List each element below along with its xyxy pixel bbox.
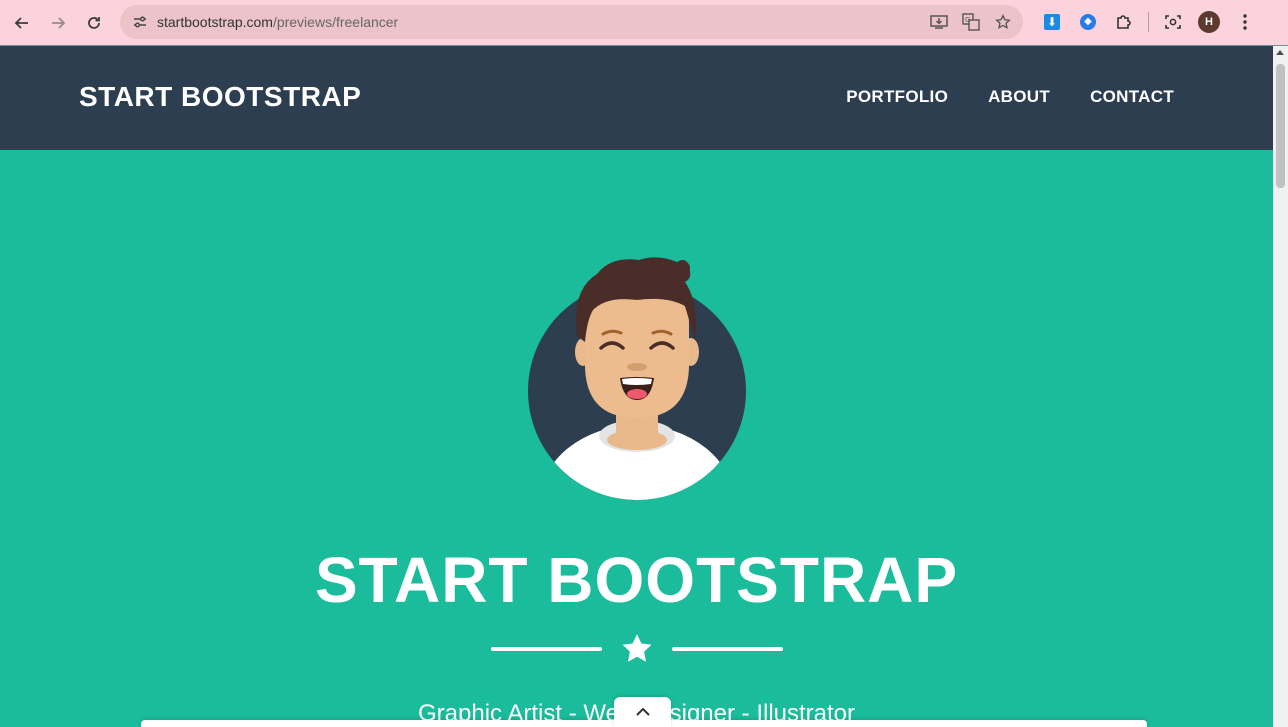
install-button[interactable] bbox=[929, 12, 949, 32]
translate-icon: G bbox=[962, 13, 980, 31]
browser-menu-button[interactable] bbox=[1227, 5, 1263, 39]
extensions-button[interactable] bbox=[1106, 5, 1142, 39]
nav-link-contact[interactable]: CONTACT bbox=[1090, 87, 1174, 107]
divider-line-right bbox=[672, 647, 783, 651]
url-host: startbootstrap.com bbox=[157, 14, 273, 30]
screenshot-button[interactable] bbox=[1155, 5, 1191, 39]
scroll-thumb[interactable] bbox=[1276, 64, 1285, 188]
download-extension-icon: ⬇ bbox=[1044, 14, 1060, 30]
nav-links: PORTFOLIO ABOUT CONTACT bbox=[846, 87, 1174, 107]
translate-button[interactable]: G bbox=[961, 12, 981, 32]
drop-extension-icon: ◆ bbox=[1080, 14, 1096, 30]
profile-button[interactable]: H bbox=[1191, 5, 1227, 39]
address-bar[interactable]: startbootstrap.com/previews/freelancer G bbox=[120, 5, 1023, 39]
back-button[interactable] bbox=[4, 5, 40, 41]
arrow-right-icon bbox=[52, 16, 66, 29]
drop-extension[interactable]: ◆ bbox=[1070, 5, 1106, 39]
divider-line-left bbox=[491, 647, 602, 651]
toolbar-separator bbox=[1148, 12, 1149, 32]
url-path: /previews/freelancer bbox=[272, 14, 399, 30]
site-navbar: START BOOTSTRAP PORTFOLIO ABOUT CONTACT bbox=[0, 46, 1273, 150]
navbar-brand[interactable]: START BOOTSTRAP bbox=[79, 81, 361, 113]
hero-title: START BOOTSTRAP bbox=[314, 544, 959, 616]
scroll-up-arrow[interactable] bbox=[1276, 50, 1284, 55]
bookmark-button[interactable] bbox=[993, 12, 1013, 32]
nav-link-portfolio[interactable]: PORTFOLIO bbox=[846, 87, 948, 107]
reload-icon bbox=[88, 16, 100, 29]
screenshot-icon bbox=[1165, 15, 1181, 29]
scroll-to-top-button[interactable] bbox=[614, 697, 671, 727]
url-text: startbootstrap.com/previews/freelancer bbox=[157, 14, 398, 30]
hero-divider bbox=[491, 632, 783, 666]
profile-avatar: H bbox=[1198, 11, 1220, 33]
avatar-illustration bbox=[528, 257, 746, 500]
star-icon bbox=[622, 634, 652, 662]
kebab-menu-icon bbox=[1243, 14, 1247, 30]
browser-toolbar: startbootstrap.com/previews/freelancer G… bbox=[0, 0, 1288, 45]
nav-link-about[interactable]: ABOUT bbox=[988, 87, 1050, 107]
star-icon bbox=[995, 14, 1011, 29]
downloader-extension[interactable]: ⬇ bbox=[1034, 5, 1070, 39]
install-icon bbox=[930, 15, 948, 29]
hero-avatar bbox=[527, 250, 747, 505]
tune-icon bbox=[134, 16, 146, 28]
site-info-button[interactable] bbox=[124, 14, 156, 30]
reload-button[interactable] bbox=[76, 5, 112, 41]
svg-text:G: G bbox=[965, 16, 970, 24]
arrow-left-icon bbox=[14, 16, 28, 29]
forward-button[interactable] bbox=[40, 5, 76, 41]
chevron-up-icon bbox=[635, 707, 650, 716]
page-scrollbar[interactable] bbox=[1273, 46, 1288, 727]
puzzle-icon bbox=[1117, 15, 1131, 29]
